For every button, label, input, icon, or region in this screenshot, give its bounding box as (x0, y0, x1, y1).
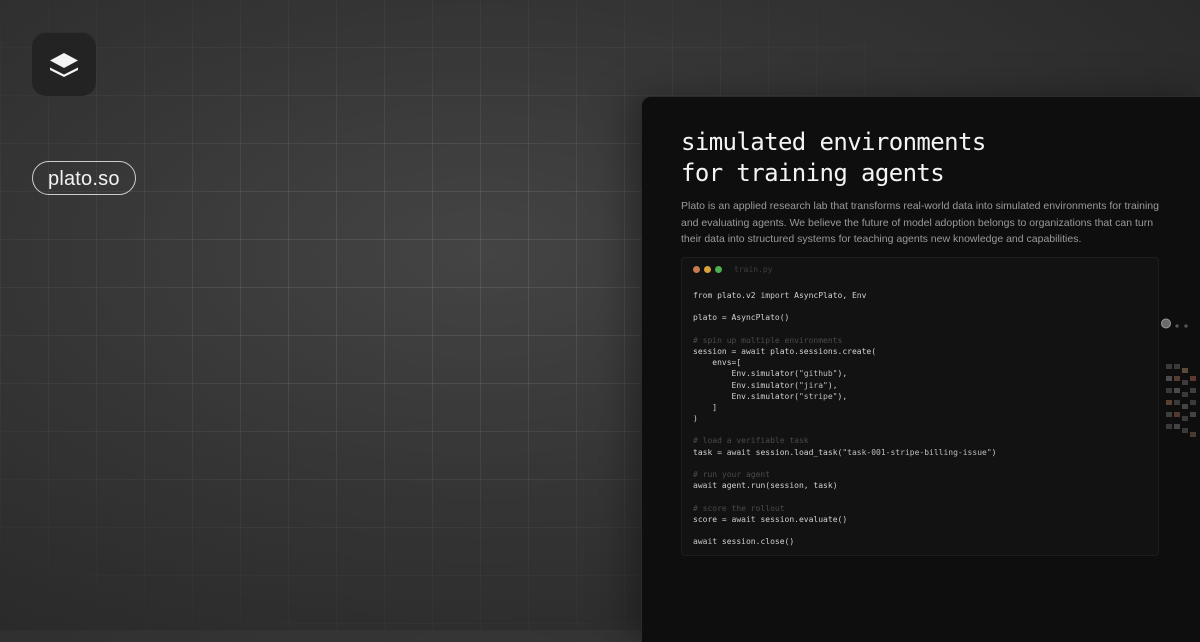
domain-badge[interactable]: plato.so (32, 161, 136, 195)
code-text: Env.simulator( (693, 380, 799, 390)
code-filename: train.py (734, 265, 773, 274)
code-keyword: import (760, 291, 790, 300)
code-text: ), (837, 391, 848, 401)
code-text: AsyncPlato, Env (789, 291, 867, 300)
code-text: agent.run(session, task) (717, 481, 838, 491)
code-line: envs=[ (693, 357, 996, 368)
code-line: Env.simulator("stripe"), (693, 391, 996, 402)
code-line: from plato.v2 import AsyncPlato, Env (693, 290, 996, 301)
headline: simulated environments for training agen… (681, 127, 986, 189)
code-line: # score the rollout (693, 503, 996, 514)
code-line: plato = AsyncPlato() (693, 312, 996, 323)
code-line: # spin up multiple environments (693, 335, 996, 346)
code-line: await agent.run(session, task) (693, 480, 996, 491)
code-string: "github" (798, 369, 838, 379)
code-keyword: from (693, 291, 713, 300)
code-line: session = await plato.sessions.create( (693, 346, 996, 357)
minimize-dot-icon[interactable] (704, 266, 711, 273)
content-panel: simulated environments for training agen… (641, 96, 1200, 642)
code-text: ] (693, 402, 718, 412)
decorative-widgets (1161, 318, 1196, 437)
headline-line-2: for training agents (681, 159, 945, 187)
code-comment: # load a verifiable task (693, 436, 809, 446)
code-text: session.close() (717, 537, 795, 547)
code-line: ] (693, 402, 996, 413)
code-text: session.evaluate() (755, 514, 848, 524)
code-text: session.load_task( (750, 447, 843, 457)
code-keyword: await (693, 537, 718, 547)
code-block: from plato.v2 import AsyncPlato, Env plat… (693, 290, 996, 547)
code-text: plato = AsyncPlato() (693, 313, 790, 323)
code-line: ) (693, 413, 996, 424)
maximize-dot-icon[interactable] (715, 266, 722, 273)
code-line: # load a verifiable task (693, 435, 996, 446)
code-text: session = (693, 346, 742, 356)
code-text: ), (827, 380, 838, 390)
code-text: ) (991, 447, 997, 457)
code-comment: # spin up multiple environments (693, 335, 843, 345)
code-line: Env.simulator("github"), (693, 368, 996, 379)
code-comment: # run your agent (693, 470, 771, 479)
code-text: ) (693, 414, 698, 424)
code-line: task = await session.load_task("task-001… (693, 447, 996, 458)
close-dot-icon[interactable] (693, 266, 700, 273)
code-line: # run your agent (693, 469, 996, 480)
code-text: plato.sessions.create( (765, 346, 877, 356)
code-line: Env.simulator("jira"), (693, 380, 996, 391)
code-keyword: await (741, 346, 766, 356)
code-string: "jira" (798, 380, 828, 390)
code-window: train.py from plato.v2 import AsyncPlato… (681, 257, 1159, 556)
description: Plato is an applied research lab that tr… (681, 200, 1159, 245)
code-comment: # score the rollout (693, 503, 785, 513)
code-line: score = await session.evaluate() (693, 514, 996, 525)
code-line: await session.close() (693, 536, 996, 547)
code-text: score = (693, 514, 732, 524)
code-keyword: await (693, 481, 718, 491)
code-text: Env.simulator( (693, 391, 799, 401)
code-keyword: await (731, 514, 756, 524)
code-window-titlebar: train.py (693, 265, 773, 274)
code-string: "stripe" (798, 391, 838, 401)
code-text: ), (837, 369, 848, 379)
code-keyword: await (726, 447, 751, 457)
layers-icon (50, 53, 78, 77)
plato-logo[interactable] (32, 32, 96, 96)
headline-line-1: simulated environments (681, 128, 986, 156)
code-string: "task-001-stripe-billing-issue" (842, 447, 992, 457)
code-text: task = (693, 447, 727, 457)
code-text: plato.v2 (712, 291, 761, 300)
code-text: envs=[ (693, 358, 742, 368)
code-text: Env.simulator( (693, 369, 799, 379)
